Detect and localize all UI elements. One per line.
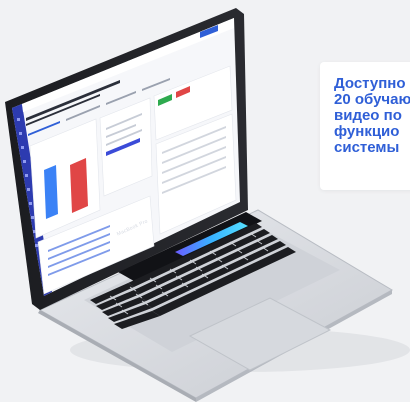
laptop-illustration	[5, 8, 410, 402]
chart-bar-red	[70, 158, 88, 213]
chart-bar-blue	[44, 165, 58, 219]
product-photo-scene: Доступно 20 обучаю видео по функцио сист…	[0, 0, 410, 402]
